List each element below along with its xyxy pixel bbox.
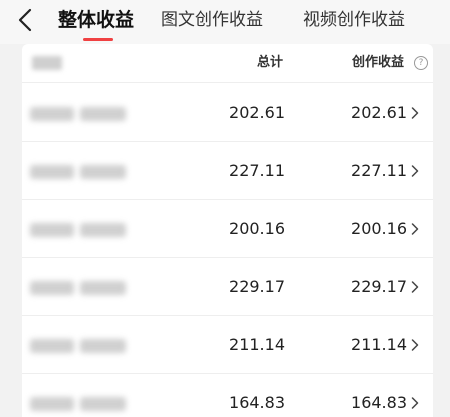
table-row[interactable]: 200.16 200.16 (22, 199, 433, 257)
table-row[interactable]: 164.83 164.83 (22, 373, 433, 417)
row-income-value: 202.61 (351, 103, 407, 122)
chevron-right-icon[interactable] (411, 223, 419, 235)
row-total-value: 202.61 (229, 103, 285, 122)
table-row[interactable]: 202.61 202.61 (22, 83, 433, 141)
tab-graphic-income[interactable]: 图文创作收益 (161, 6, 263, 34)
blurred-date (30, 165, 74, 179)
blurred-date (30, 223, 74, 237)
creation-income-column-header: 创作收益 (352, 55, 405, 70)
blurred-date (30, 397, 74, 411)
row-income-value: 227.11 (351, 161, 407, 180)
row-total-value: 211.14 (229, 335, 285, 354)
blurred-date (30, 107, 74, 121)
row-income-value: 211.14 (351, 335, 407, 354)
blurred-date (80, 165, 126, 179)
blurred-date (80, 281, 126, 295)
chevron-right-icon[interactable] (411, 107, 419, 119)
row-total-value: 200.16 (229, 219, 285, 238)
chevron-right-icon[interactable] (411, 165, 419, 177)
income-table: 总计 创作收益 ? 202.61 202.61 227.11 227.11 200.16… (22, 44, 433, 417)
row-total-value: 229.17 (229, 277, 285, 296)
row-total-value: 227.11 (229, 161, 285, 180)
blurred-date (80, 223, 126, 237)
blurred-date (80, 397, 126, 411)
blurred-date (30, 339, 74, 353)
blurred-date (80, 339, 126, 353)
blurred-date (80, 107, 126, 121)
tab-overall-income[interactable]: 整体收益 (58, 6, 134, 34)
row-income-value: 164.83 (351, 393, 407, 412)
top-nav-bar: 整体收益 图文创作收益 视频创作收益 (0, 0, 450, 44)
chevron-right-icon[interactable] (411, 339, 419, 351)
chevron-right-icon[interactable] (411, 397, 419, 409)
table-row[interactable]: 229.17 229.17 (22, 257, 433, 315)
back-button[interactable] (14, 7, 38, 33)
table-row[interactable]: 227.11 227.11 (22, 141, 433, 199)
active-tab-indicator (83, 38, 113, 41)
row-total-value: 164.83 (229, 393, 285, 412)
row-income-value: 200.16 (351, 219, 407, 238)
blurred-date (30, 281, 74, 295)
question-circle-icon[interactable]: ? (414, 56, 428, 70)
chevron-right-icon[interactable] (411, 281, 419, 293)
chevron-left-icon (18, 8, 32, 32)
row-income-value: 229.17 (351, 277, 407, 296)
total-column-header: 总计 (257, 55, 284, 70)
date-column-header-blurred (32, 56, 62, 70)
table-row[interactable]: 211.14 211.14 (22, 315, 433, 373)
tab-video-income[interactable]: 视频创作收益 (303, 6, 405, 34)
